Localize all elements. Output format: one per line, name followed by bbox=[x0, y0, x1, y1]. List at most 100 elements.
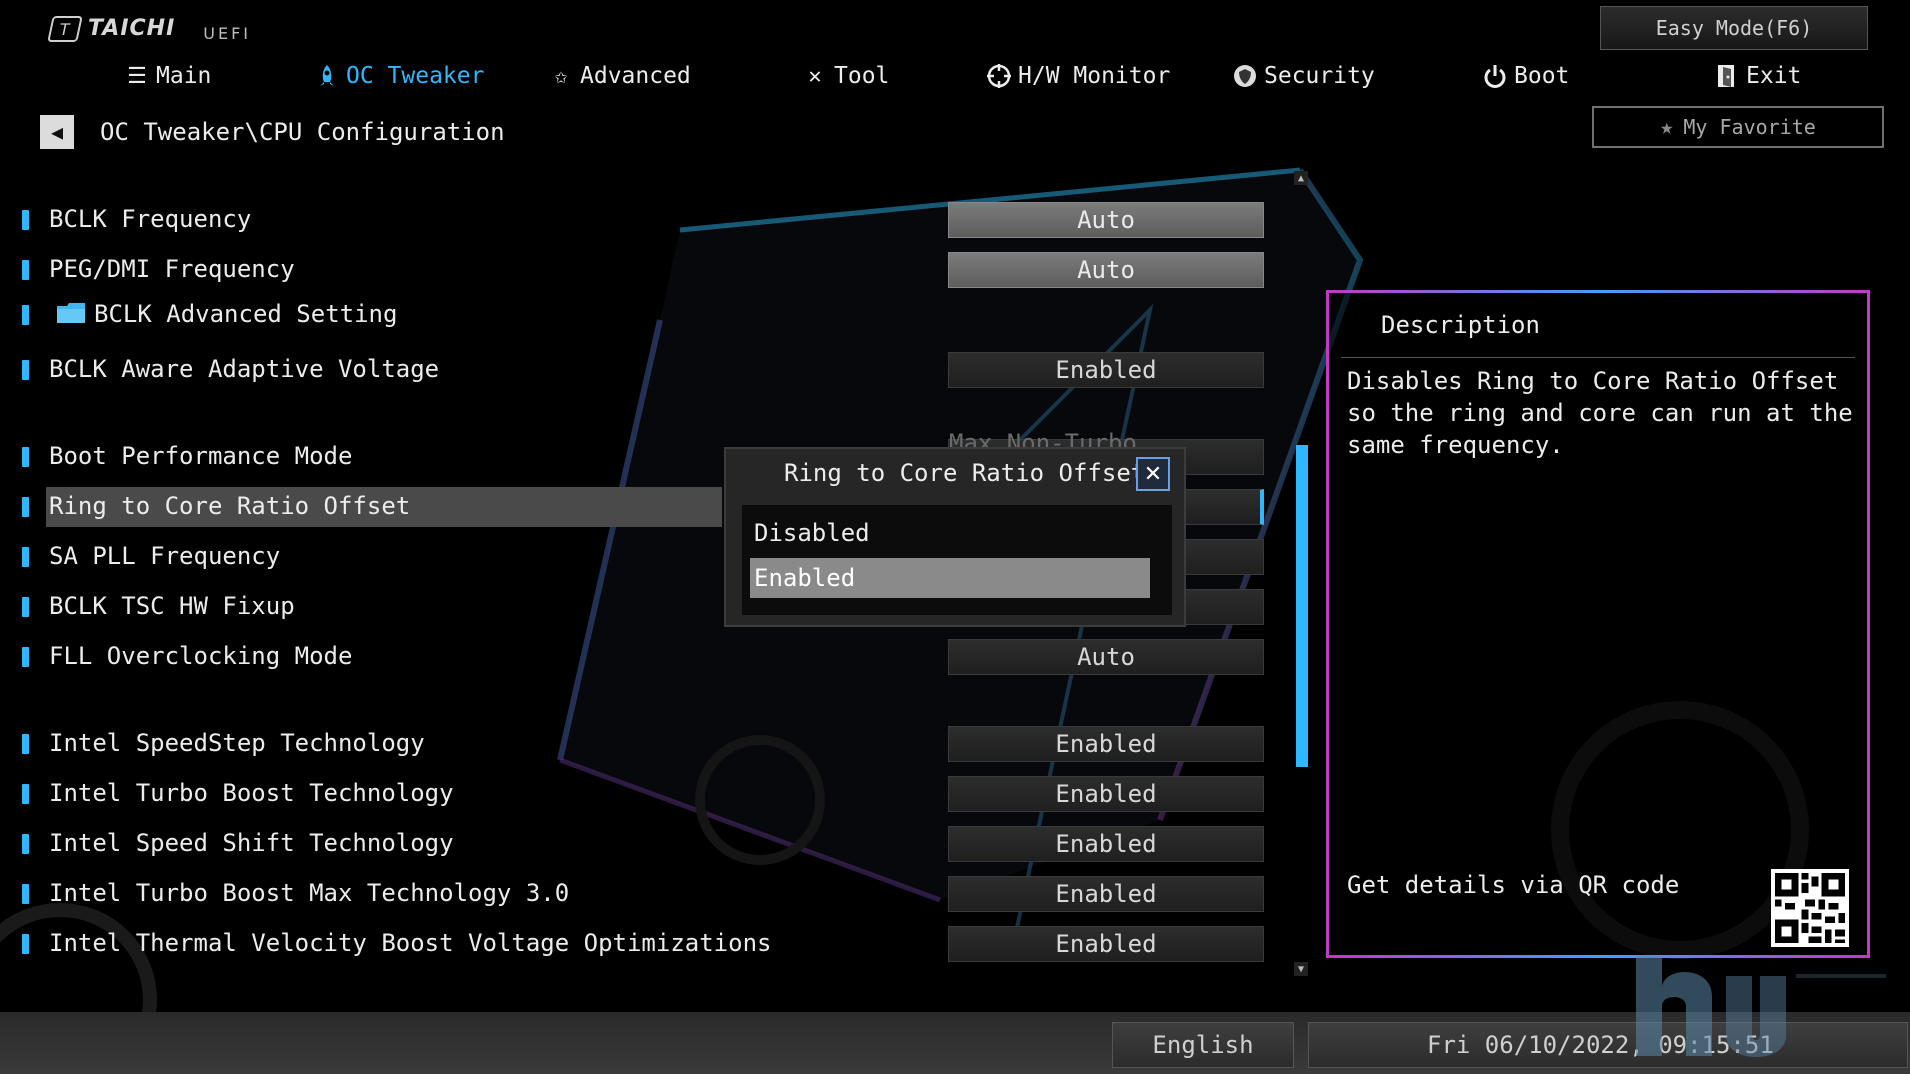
tab-security[interactable]: Security bbox=[1232, 56, 1375, 96]
description-panel: Description Disables Ring to Core Ratio … bbox=[1326, 290, 1870, 958]
description-title: Description bbox=[1381, 311, 1540, 339]
setting-value[interactable]: Enabled bbox=[948, 726, 1264, 762]
tab-tool[interactable]: ✕ Tool bbox=[802, 56, 889, 96]
breadcrumb-path: OC Tweaker\CPU Configuration bbox=[100, 118, 505, 146]
setting-row[interactable]: FLL Overclocking Mode Auto bbox=[0, 637, 1300, 677]
bullet-marker bbox=[22, 447, 29, 467]
bullet-marker bbox=[22, 597, 29, 617]
bullet-marker bbox=[22, 884, 29, 904]
tab-hw-monitor-label: H/W Monitor bbox=[1018, 63, 1171, 89]
brand-sub: UEFI bbox=[203, 24, 252, 43]
tab-oc-tweaker[interactable]: OC Tweaker bbox=[314, 56, 484, 96]
setting-row[interactable]: Intel SpeedStep Technology Enabled bbox=[0, 724, 1300, 764]
list-icon: ☰ bbox=[127, 63, 147, 89]
setting-label: Ring to Core Ratio Offset bbox=[49, 492, 411, 520]
setting-value[interactable]: Auto bbox=[948, 252, 1264, 288]
scroll-up-arrow[interactable]: ▲ bbox=[1294, 171, 1308, 185]
setting-label: Intel SpeedStep Technology bbox=[49, 729, 425, 757]
back-button[interactable]: ◀ bbox=[40, 115, 74, 149]
option-disabled[interactable]: Disabled bbox=[750, 513, 1150, 553]
setting-row[interactable]: Intel Turbo Boost Max Technology 3.0 Ena… bbox=[0, 874, 1300, 914]
setting-label: Intel Turbo Boost Technology bbox=[49, 779, 454, 807]
language-selector[interactable]: English bbox=[1112, 1022, 1294, 1068]
close-button[interactable]: ✕ bbox=[1136, 457, 1170, 491]
setting-row[interactable]: BCLK Aware Adaptive Voltage Enabled bbox=[0, 350, 1300, 390]
tab-main[interactable]: ☰ Main bbox=[124, 56, 211, 96]
tab-exit-label: Exit bbox=[1746, 63, 1802, 89]
crosshair-icon bbox=[986, 63, 1012, 89]
tab-hw-monitor[interactable]: H/W Monitor bbox=[986, 56, 1170, 96]
setting-value[interactable]: Enabled bbox=[948, 826, 1264, 862]
arrow-left-icon: ◀ bbox=[50, 120, 64, 144]
taichi-logo: T TAICHI UEFI bbox=[47, 14, 252, 43]
bullet-marker bbox=[22, 305, 29, 325]
breadcrumb: ◀ OC Tweaker\CPU Configuration bbox=[40, 115, 505, 149]
dialog-title: Ring to Core Ratio Offset bbox=[784, 459, 1146, 487]
shield-icon bbox=[1232, 63, 1258, 89]
setting-label: PEG/DMI Frequency bbox=[49, 255, 295, 283]
setting-label: BCLK Aware Adaptive Voltage bbox=[49, 355, 440, 383]
tab-main-label: Main bbox=[156, 63, 212, 89]
bullet-marker bbox=[22, 360, 29, 380]
setting-row[interactable]: PEG/DMI Frequency Auto bbox=[0, 250, 1300, 290]
setting-row[interactable]: Intel Turbo Boost Technology Enabled bbox=[0, 774, 1300, 814]
tab-tool-label: Tool bbox=[834, 63, 890, 89]
description-text: Disables Ring to Core Ratio Offset so th… bbox=[1347, 367, 1853, 459]
setting-label: FLL Overclocking Mode bbox=[49, 642, 353, 670]
setting-value[interactable]: Enabled bbox=[948, 876, 1264, 912]
tab-exit[interactable]: Exit bbox=[1714, 56, 1801, 96]
setting-row[interactable]: Intel Thermal Velocity Boost Voltage Opt… bbox=[0, 924, 1300, 964]
scrollbar-thumb[interactable] bbox=[1296, 445, 1308, 767]
setting-label: Boot Performance Mode bbox=[49, 442, 353, 470]
watermark-logo-icon bbox=[1636, 956, 1886, 1057]
option-enabled-selected[interactable]: Enabled bbox=[750, 558, 1150, 598]
qr-code-icon bbox=[1771, 869, 1849, 947]
setting-label: Intel Speed Shift Technology bbox=[49, 829, 454, 857]
easy-mode-button[interactable]: Easy Mode(F6) bbox=[1600, 6, 1868, 50]
scroll-down-arrow[interactable]: ▼ bbox=[1294, 962, 1308, 976]
close-icon: ✕ bbox=[1143, 461, 1163, 487]
bullet-marker bbox=[22, 210, 29, 230]
setting-value[interactable]: Enabled bbox=[948, 776, 1264, 812]
setting-label: Intel Turbo Boost Max Technology 3.0 bbox=[49, 879, 570, 907]
setting-value[interactable]: Enabled bbox=[948, 926, 1264, 962]
bullet-marker bbox=[22, 260, 29, 280]
setting-value[interactable]: Enabled bbox=[948, 352, 1264, 388]
my-favorite-button[interactable]: ★ My Favorite bbox=[1592, 106, 1884, 148]
setting-row[interactable]: Intel Speed Shift Technology Enabled bbox=[0, 824, 1300, 864]
exit-icon bbox=[1714, 63, 1740, 89]
tab-oc-tweaker-label: OC Tweaker bbox=[346, 63, 485, 89]
main-nav: ☰ Main OC Tweaker ✩ Advanced ✕ Tool H/W … bbox=[0, 56, 1910, 96]
bullet-marker bbox=[22, 784, 29, 804]
tab-boot-label: Boot bbox=[1514, 63, 1570, 89]
qr-code-label: Get details via QR code bbox=[1347, 871, 1680, 899]
setting-row[interactable]: BCLK Frequency Auto bbox=[0, 200, 1300, 240]
folder-icon bbox=[57, 303, 85, 323]
tab-security-label: Security bbox=[1264, 63, 1375, 89]
brand-name: TAICHI bbox=[88, 16, 176, 41]
star-icon: ✩ bbox=[554, 63, 568, 89]
setting-label: SA PLL Frequency bbox=[49, 542, 281, 570]
option-select-dialog: Ring to Core Ratio Offset ✕ Disabled Ena… bbox=[724, 447, 1186, 627]
tab-advanced[interactable]: ✩ Advanced bbox=[548, 56, 691, 96]
options-list: Disabled Enabled bbox=[742, 505, 1172, 615]
bullet-marker bbox=[22, 647, 29, 667]
bullet-marker bbox=[22, 497, 29, 517]
taichi-logo-icon: T bbox=[47, 15, 83, 42]
setting-value[interactable]: Auto bbox=[948, 202, 1264, 238]
setting-label: BCLK Advanced Setting bbox=[94, 300, 398, 328]
tab-advanced-label: Advanced bbox=[580, 63, 691, 89]
bullet-marker bbox=[22, 734, 29, 754]
setting-label: BCLK TSC HW Fixup bbox=[49, 592, 295, 620]
bullet-marker bbox=[22, 834, 29, 854]
tab-boot[interactable]: Boot bbox=[1482, 56, 1569, 96]
bullet-marker bbox=[22, 547, 29, 567]
setting-label: BCLK Frequency bbox=[49, 205, 252, 233]
setting-value[interactable]: Auto bbox=[948, 639, 1264, 675]
star-icon: ★ bbox=[1660, 114, 1674, 140]
my-favorite-label: My Favorite bbox=[1683, 115, 1816, 139]
setting-row-submenu[interactable]: BCLK Advanced Setting bbox=[0, 295, 1300, 335]
tools-icon: ✕ bbox=[808, 63, 822, 89]
setting-label: Intel Thermal Velocity Boost Voltage Opt… bbox=[49, 929, 772, 957]
divider bbox=[1341, 357, 1855, 358]
